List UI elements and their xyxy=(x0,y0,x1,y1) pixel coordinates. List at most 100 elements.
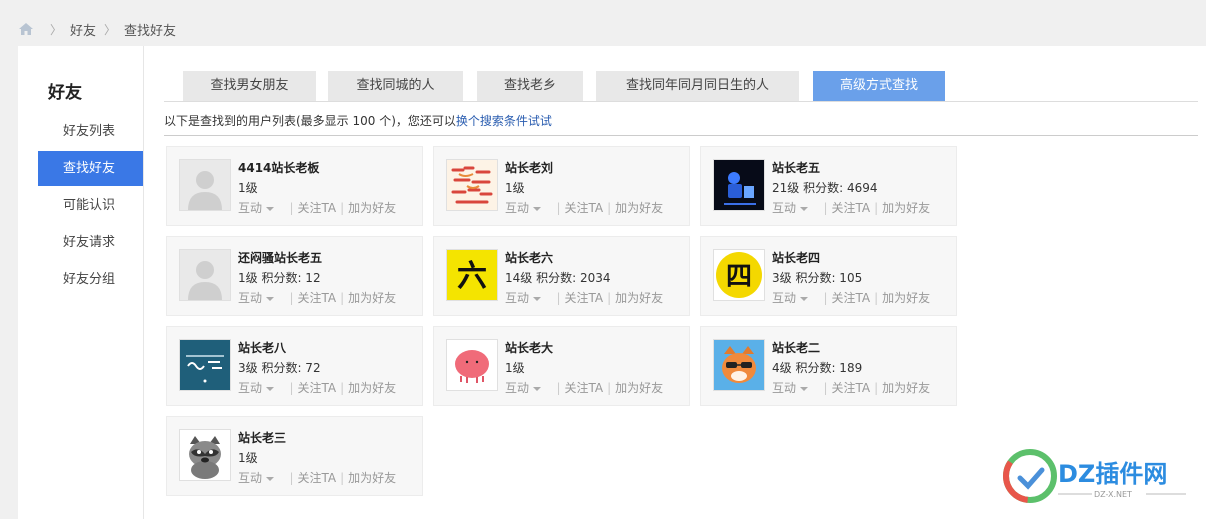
tab-find-hometown[interactable]: 查找老乡 xyxy=(477,71,583,101)
caret-down-icon xyxy=(266,476,275,481)
follow-link[interactable]: 关注TA xyxy=(832,381,871,395)
follow-link[interactable]: 关注TA xyxy=(565,201,604,215)
add-friend-link[interactable]: 加为好友 xyxy=(882,201,930,215)
follow-link[interactable]: 关注TA xyxy=(298,381,337,395)
sidebar-item-friend-requests[interactable]: 好友请求 xyxy=(38,225,143,260)
add-friend-link[interactable]: 加为好友 xyxy=(615,201,663,215)
user-actions: 互动 | 关注TA | 加为好友 xyxy=(772,381,931,395)
home-icon[interactable] xyxy=(18,22,34,36)
interact-dropdown[interactable]: 互动 xyxy=(505,201,542,215)
breadcrumb-item-find-friends[interactable]: 查找好友 xyxy=(124,20,176,39)
breadcrumb-item-friends[interactable]: 好友 xyxy=(70,20,96,39)
divider xyxy=(164,135,1198,136)
result-info-text: 以下是查找到的用户列表(最多显示 100 个)，您还可以 xyxy=(164,114,456,128)
add-friend-link[interactable]: 加为好友 xyxy=(882,291,930,305)
tab-find-same-city[interactable]: 查找同城的人 xyxy=(328,71,463,101)
six-char-avatar[interactable]: 六 xyxy=(446,249,498,301)
user-name[interactable]: 还闷骚站长老五 xyxy=(238,249,322,266)
sidebar: 好友 好友列表 查找好友 可能认识 好友请求 好友分组 xyxy=(18,46,144,519)
tab-find-same-birthday[interactable]: 查找同年同月同日生的人 xyxy=(596,71,799,101)
interact-dropdown[interactable]: 互动 xyxy=(505,381,542,395)
user-name[interactable]: 站长老八 xyxy=(238,339,286,356)
follow-link[interactable]: 关注TA xyxy=(298,201,337,215)
user-name[interactable]: 站长老刘 xyxy=(505,159,553,176)
caret-down-icon xyxy=(266,206,275,211)
caret-down-icon xyxy=(533,296,542,301)
user-card: 站长老刘 1级 互动 | 关注TA | 加为好友 xyxy=(433,146,690,226)
raccoon-avatar[interactable] xyxy=(179,429,231,481)
user-level: 1级 xyxy=(238,181,258,195)
tab-find-partner[interactable]: 查找男女朋友 xyxy=(183,71,316,101)
user-card: 四 站长老四 3级 积分数: 105 互动 | 关注TA | 加为好友 xyxy=(700,236,957,316)
add-friend-link[interactable]: 加为好友 xyxy=(348,291,396,305)
follow-link[interactable]: 关注TA xyxy=(832,201,871,215)
follow-link[interactable]: 关注TA xyxy=(565,291,604,305)
four-char-avatar[interactable]: 四 xyxy=(713,249,765,301)
interact-dropdown[interactable]: 互动 xyxy=(238,471,275,485)
breadcrumb: 〉 好友 〉 查找好友 xyxy=(18,19,176,39)
add-friend-link[interactable]: 加为好友 xyxy=(615,381,663,395)
user-name[interactable]: 站长老五 xyxy=(772,159,820,176)
follow-link[interactable]: 关注TA xyxy=(298,471,337,485)
user-actions: 互动 | 关注TA | 加为好友 xyxy=(505,291,664,305)
user-card: 还闷骚站长老五 1级 积分数: 12 互动 | 关注TA | 加为好友 xyxy=(166,236,423,316)
caret-down-icon xyxy=(266,296,275,301)
user-name[interactable]: 4414站长老板 xyxy=(238,159,319,176)
user-name[interactable]: 站长老三 xyxy=(238,429,286,446)
default-avatar[interactable] xyxy=(179,159,231,211)
add-friend-link[interactable]: 加为好友 xyxy=(348,201,396,215)
user-actions: 互动 | 关注TA | 加为好友 xyxy=(238,381,397,395)
add-friend-link[interactable]: 加为好友 xyxy=(348,381,396,395)
interact-dropdown[interactable]: 互动 xyxy=(505,291,542,305)
interact-dropdown[interactable]: 互动 xyxy=(772,291,809,305)
interact-dropdown[interactable]: 互动 xyxy=(772,381,809,395)
sidebar-item-friend-list[interactable]: 好友列表 xyxy=(38,114,143,149)
change-search-link[interactable]: 换个搜索条件试试 xyxy=(456,114,552,128)
user-name[interactable]: 站长老四 xyxy=(772,249,820,266)
robot-avatar[interactable] xyxy=(713,159,765,211)
pink-blob-avatar[interactable] xyxy=(446,339,498,391)
raccoon-sunglasses-avatar[interactable] xyxy=(713,339,765,391)
interact-dropdown[interactable]: 互动 xyxy=(238,291,275,305)
caret-down-icon xyxy=(800,296,809,301)
user-card: 站长老大 1级 互动 | 关注TA | 加为好友 xyxy=(433,326,690,406)
follow-link[interactable]: 关注TA xyxy=(832,291,871,305)
result-info: 以下是查找到的用户列表(最多显示 100 个)，您还可以换个搜索条件试试 xyxy=(164,112,552,129)
follow-link[interactable]: 关注TA xyxy=(298,291,337,305)
tab-bar: 查找男女朋友 查找同城的人 查找老乡 查找同年同月同日生的人 高级方式查找 xyxy=(164,71,1198,102)
sign-avatar[interactable] xyxy=(179,339,231,391)
user-card: 站长老八 3级 积分数: 72 互动 | 关注TA | 加为好友 xyxy=(166,326,423,406)
user-level: 14级 积分数: 2034 xyxy=(505,271,611,285)
add-friend-link[interactable]: 加为好友 xyxy=(348,471,396,485)
user-level: 3级 积分数: 105 xyxy=(772,271,863,285)
user-card: 站长老三 1级 互动 | 关注TA | 加为好友 xyxy=(166,416,423,496)
svg-text:DZ-X.NET: DZ-X.NET xyxy=(1094,490,1132,499)
svg-text:四: 四 xyxy=(726,262,752,292)
sidebar-item-find-friends[interactable]: 查找好友 xyxy=(38,151,143,186)
user-card: 4414站长老板 1级 互动 | 关注TA | 加为好友 xyxy=(166,146,423,226)
add-friend-link[interactable]: 加为好友 xyxy=(615,291,663,305)
user-name[interactable]: 站长老大 xyxy=(505,339,553,356)
user-name[interactable]: 站长老二 xyxy=(772,339,820,356)
user-card: 站长老二 4级 积分数: 189 互动 | 关注TA | 加为好友 xyxy=(700,326,957,406)
sidebar-item-friend-groups[interactable]: 好友分组 xyxy=(38,262,143,297)
user-card: 六 站长老六 14级 积分数: 2034 互动 | 关注TA | 加为好友 xyxy=(433,236,690,316)
caret-down-icon xyxy=(266,386,275,391)
dz-logo-icon: DZ插件网 DZ-X.NET xyxy=(1003,449,1186,503)
sidebar-title: 好友 xyxy=(48,83,82,103)
text-art-avatar[interactable] xyxy=(446,159,498,211)
user-name[interactable]: 站长老六 xyxy=(505,249,553,266)
add-friend-link[interactable]: 加为好友 xyxy=(882,381,930,395)
interact-dropdown[interactable]: 互动 xyxy=(772,201,809,215)
interact-dropdown[interactable]: 互动 xyxy=(238,201,275,215)
site-watermark: DZ插件网 DZ-X.NET xyxy=(1000,448,1200,508)
follow-link[interactable]: 关注TA xyxy=(565,381,604,395)
tab-advanced-search[interactable]: 高级方式查找 xyxy=(813,71,945,101)
svg-text:DZ插件网: DZ插件网 xyxy=(1058,460,1167,488)
sidebar-item-may-know[interactable]: 可能认识 xyxy=(38,188,143,223)
default-avatar[interactable] xyxy=(179,249,231,301)
user-level: 21级 积分数: 4694 xyxy=(772,181,878,195)
user-level: 1级 积分数: 12 xyxy=(238,271,321,285)
user-level: 1级 xyxy=(505,181,525,195)
interact-dropdown[interactable]: 互动 xyxy=(238,381,275,395)
